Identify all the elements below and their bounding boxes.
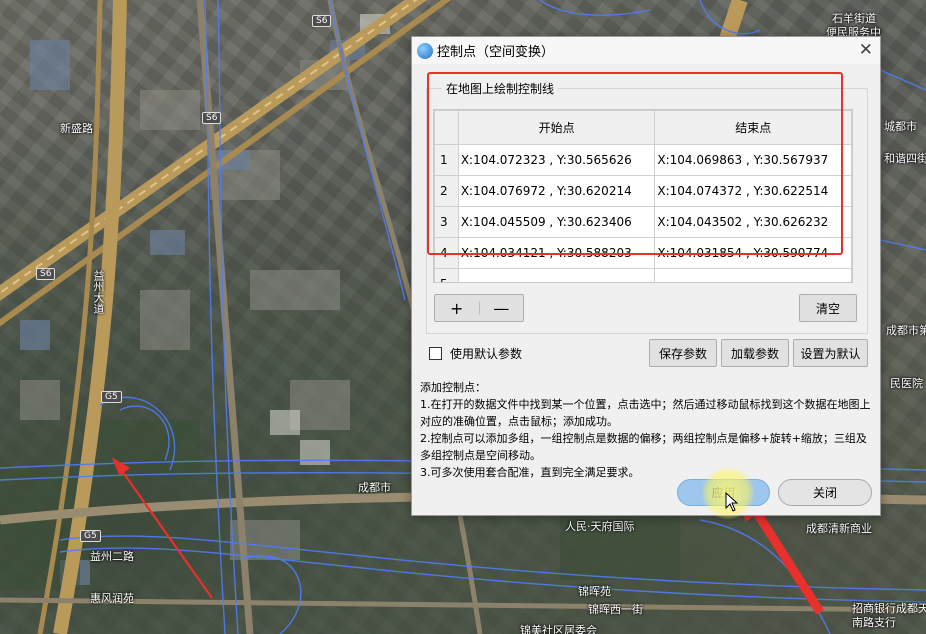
control-point-table[interactable]: 开始点 结束点 1 X:104.072323 , Y:30.565626 X:1…	[433, 109, 853, 283]
table-row[interactable]: 1 X:104.072323 , Y:30.565626 X:104.06986…	[434, 144, 852, 176]
highway-shield: G5	[101, 391, 122, 403]
dialog-titlebar[interactable]: 控制点（空间变换） ✕	[412, 37, 880, 64]
map-label: 锦晖苑	[578, 585, 611, 598]
use-default-label: 使用默认参数	[450, 347, 523, 361]
start-point-cell[interactable]: X:104.072323 , Y:30.565626	[457, 144, 656, 176]
row-index: 1	[434, 144, 459, 176]
load-params-button[interactable]: 加载参数	[721, 339, 789, 367]
start-point-cell[interactable]: X:104.034121 , Y:30.588203	[457, 237, 656, 269]
table-corner	[434, 110, 459, 145]
highway-shield: S6	[312, 15, 332, 27]
map-label: 和谐四街	[884, 152, 926, 165]
use-default-row[interactable]: 使用默认参数	[429, 345, 522, 362]
map-label: 成都市	[358, 481, 391, 494]
table-row[interactable]: 2 X:104.076972 , Y:30.620214 X:104.07437…	[434, 175, 852, 207]
close-icon[interactable]: ✕	[859, 40, 873, 60]
close-button[interactable]: 关闭	[778, 479, 872, 506]
map-label: 民医院	[890, 377, 923, 390]
map-label: 新盛路	[60, 122, 93, 135]
app-globe-icon	[417, 42, 433, 59]
use-default-checkbox[interactable]	[429, 347, 442, 360]
table-row[interactable]: 5	[434, 268, 852, 282]
start-point-cell[interactable]	[457, 268, 656, 282]
save-params-button[interactable]: 保存参数	[649, 339, 717, 367]
row-index: 2	[434, 175, 459, 207]
end-point-cell[interactable]: X:104.031854 , Y:30.590774	[654, 237, 852, 269]
set-default-button[interactable]: 设置为默认	[793, 339, 868, 367]
control-point-dialog[interactable]: 控制点（空间变换） ✕ 在地图上绘制控制线 开始点 结束点 1 X:104.07…	[411, 36, 881, 519]
map-label: 益州大道	[92, 270, 105, 314]
mouse-pointer-icon	[725, 492, 739, 512]
help-heading: 添加控制点：	[420, 381, 486, 394]
highway-shield: G5	[80, 530, 101, 542]
remove-row-button[interactable]: —	[480, 295, 524, 321]
column-header-start[interactable]: 开始点	[457, 110, 656, 145]
add-remove-group: + —	[434, 294, 524, 322]
start-point-cell[interactable]: X:104.045509 , Y:30.623406	[457, 206, 656, 238]
highway-shield: S6	[36, 268, 56, 280]
start-point-cell[interactable]: X:104.076972 , Y:30.620214	[457, 175, 656, 207]
map-label: 锦美社区居委会	[520, 624, 597, 634]
map-label: 成都市第	[886, 324, 926, 337]
end-point-cell[interactable]: X:104.069863 , Y:30.567937	[654, 144, 852, 176]
table-row[interactable]: 4 X:104.034121 , Y:30.588203 X:104.03185…	[434, 237, 852, 269]
help-step: 1.在打开的数据文件中找到某一个位置，点击选中；然后通过移动鼠标找到这个数据在地…	[420, 398, 871, 428]
group-title: 在地图上绘制控制线	[442, 80, 559, 97]
clear-button[interactable]: 清空	[799, 294, 857, 322]
map-label: 南路支行	[852, 616, 896, 629]
highway-shield: S6	[202, 112, 222, 124]
map-label: 城都市	[884, 120, 917, 133]
add-row-button[interactable]: +	[435, 295, 479, 321]
row-index: 5	[434, 268, 459, 282]
help-text: 添加控制点： 1.在打开的数据文件中找到某一个位置，点击选中；然后通过移动鼠标找…	[420, 379, 872, 481]
column-header-end[interactable]: 结束点	[654, 110, 852, 145]
help-step: 2.控制点可以添加多组，一组控制点是数据的偏移；两组控制点是偏移+旋转+缩放；三…	[420, 432, 867, 462]
map-label: 成都清新商业	[806, 522, 872, 535]
row-index: 3	[434, 206, 459, 238]
map-label: 锦晖西一街	[588, 603, 643, 616]
map-label: 益州二路	[90, 550, 134, 563]
table-row[interactable]: 3 X:104.045509 , Y:30.623406 X:104.04350…	[434, 206, 852, 238]
dialog-title: 控制点（空间变换）	[437, 45, 555, 60]
end-point-cell[interactable]: X:104.074372 , Y:30.622514	[654, 175, 852, 207]
end-point-cell[interactable]	[654, 268, 852, 282]
map-label: 人民·天府国际	[565, 520, 635, 533]
row-index: 4	[434, 237, 459, 269]
end-point-cell[interactable]: X:104.043502 , Y:30.626232	[654, 206, 852, 238]
map-label: 惠风润苑	[90, 592, 134, 605]
